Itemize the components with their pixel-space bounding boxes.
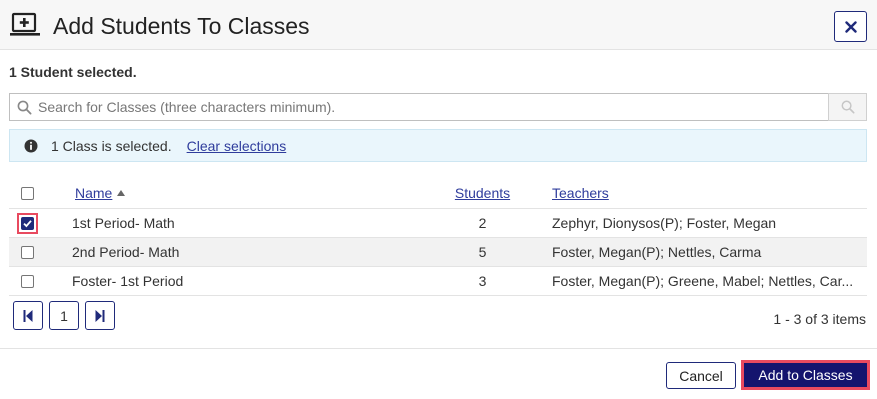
class-name: Foster- 1st Period [72,273,184,289]
selection-info-bar: 1 Class is selected. Clear selections [9,129,867,162]
close-icon [844,20,857,33]
class-search-field[interactable] [9,93,829,121]
clear-selections-link[interactable]: Clear selections [187,138,287,154]
table-row[interactable]: Foster- 1st Period 3 Foster, Megan(P); G… [9,267,867,296]
cancel-button[interactable]: Cancel [666,362,736,389]
column-header-name-label[interactable]: Name [75,185,112,201]
highlighted-checkbox-frame [17,212,38,234]
add-to-classes-button[interactable]: Add to Classes [744,363,867,387]
column-header-teachers-label[interactable]: Teachers [552,185,609,201]
student-count: 5 [478,244,487,260]
last-page-icon [95,309,105,322]
row-checkbox[interactable] [21,274,34,288]
page-number-button[interactable]: 1 [49,301,79,330]
column-header-students[interactable]: Students [429,178,536,208]
row-checkbox[interactable] [21,216,34,230]
class-name: 2nd Period- Math [72,244,180,260]
student-selection-count: 1 Student selected. [9,64,137,80]
add-to-classroom-icon [10,12,40,36]
row-checkbox[interactable] [21,245,34,259]
column-header-students-label[interactable]: Students [455,185,510,201]
dialog-header: Add Students To Classes [0,0,877,50]
table-header-row: Name Students Teachers [9,178,867,209]
search-button[interactable] [828,93,867,121]
pagination: 1 [13,301,115,330]
checkmark-icon [23,219,32,227]
info-icon [24,139,38,152]
column-header-teachers[interactable]: Teachers [552,178,860,208]
teachers-list: Foster, Megan(P); Nettles, Carma [552,244,762,260]
class-name: 1st Period- Math [72,215,175,231]
dialog-footer: Cancel Add to Classes [0,348,877,399]
teachers-list: Foster, Megan(P); Greene, Mabel; Nettles… [552,273,854,289]
column-header-name[interactable]: Name [75,178,126,208]
pager-info: 1 - 3 of 3 items [773,311,866,327]
teachers-list: Zephyr, Dionysos(P); Foster, Megan [552,215,777,231]
first-page-icon [23,309,33,322]
dialog-title: Add Students To Classes [53,13,310,39]
table-row[interactable]: 1st Period- Math 2 Zephyr, Dionysos(P); … [9,209,867,238]
select-all-checkbox[interactable] [21,186,34,200]
search-icon [17,100,32,114]
class-selection-text: 1 Class is selected. [51,137,172,154]
class-search-input[interactable] [38,99,818,115]
sort-ascending-icon [117,190,126,196]
table-row[interactable]: 2nd Period- Math 5 Foster, Megan(P); Net… [9,238,867,267]
first-page-button[interactable] [13,301,43,330]
last-page-button[interactable] [85,301,115,330]
highlighted-button-frame: Add to Classes [741,360,870,390]
search-icon [841,100,855,114]
student-count: 3 [478,273,487,289]
classes-table: Name Students Teachers 1st Period- Math … [9,178,867,296]
close-button[interactable] [834,11,867,42]
student-count: 2 [478,215,487,231]
